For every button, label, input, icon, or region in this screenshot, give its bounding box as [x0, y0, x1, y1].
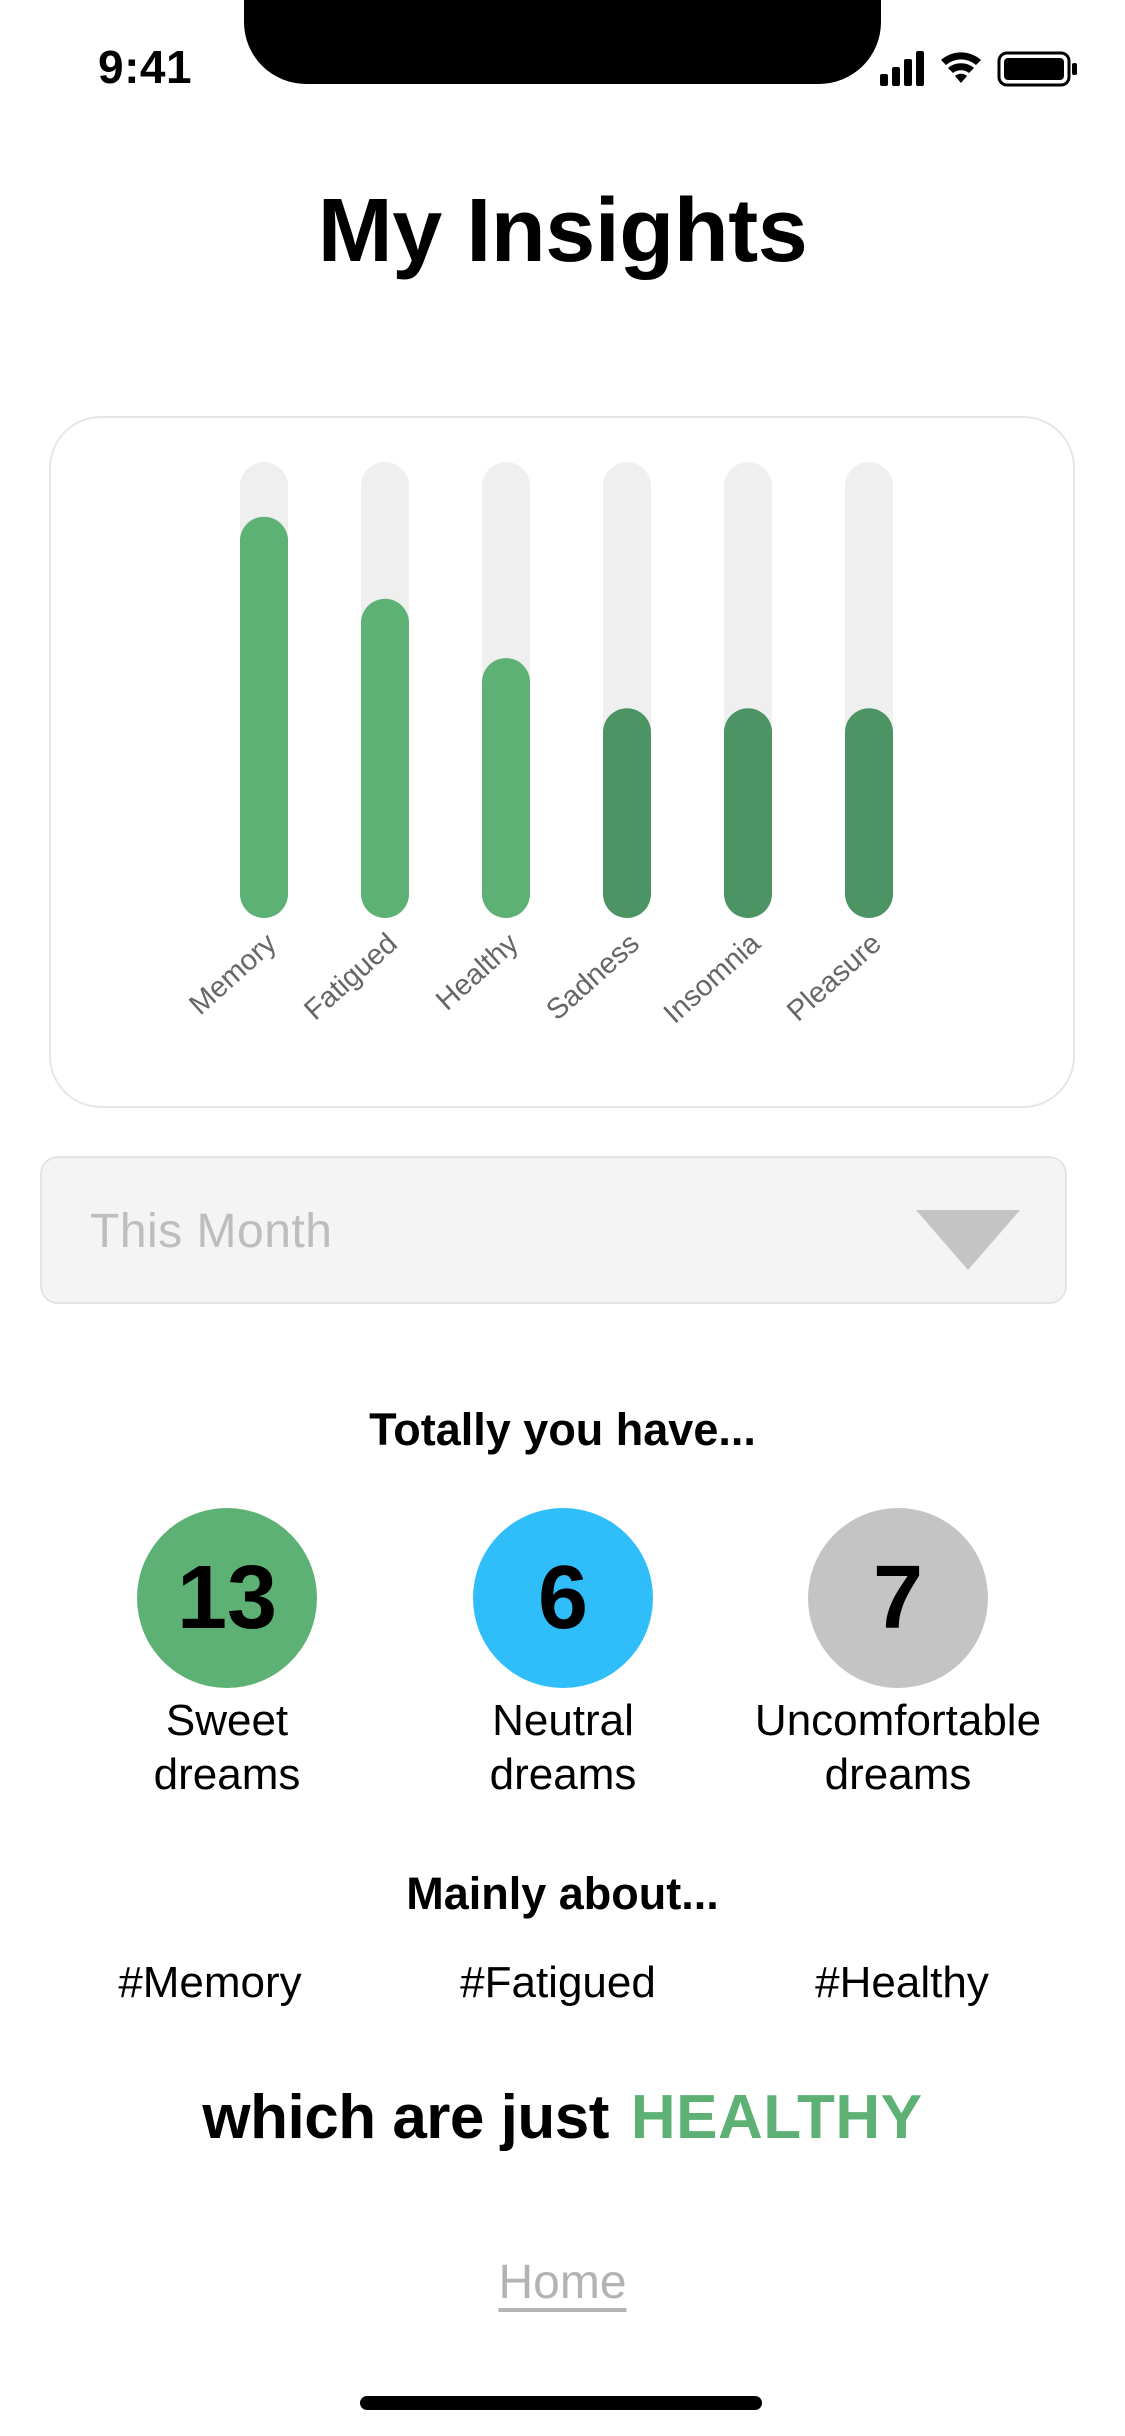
neutral-dreams-count: 6	[473, 1508, 653, 1688]
topics-heading: Mainly about...	[406, 1868, 719, 1919]
conclusion-text: which are just HEALTHY	[0, 2082, 1125, 2153]
x-tick-label-insomnia: Insomnia	[658, 927, 768, 1030]
neutral-dreams-label: Neutral dreams	[393, 1694, 733, 1802]
sweet-dreams-label-line2: dreams	[153, 1750, 301, 1799]
uncomfortable-dreams-count: 7	[808, 1508, 988, 1688]
x-tick-label-healthy: Healthy	[430, 927, 525, 1017]
home-link[interactable]: Home	[0, 2255, 1125, 2310]
conclusion-prefix: which are just	[202, 2083, 609, 2152]
x-tick-label-memory: Memory	[183, 927, 283, 1021]
neutral-dreams-label-line1: Neutral	[492, 1696, 634, 1745]
summary-heading: Totally you have...	[369, 1404, 756, 1455]
signal-icon	[880, 51, 924, 86]
uncomfortable-dreams-label: Uncomfortable dreams	[728, 1694, 1068, 1802]
bar-healthy[interactable]	[482, 658, 530, 918]
page-title: My Insights	[317, 181, 808, 281]
chevron-down-icon[interactable]	[916, 1210, 1020, 1270]
conclusion-highlight: HEALTHY	[630, 2083, 923, 2152]
topic-tag: #Healthy	[815, 1958, 989, 2007]
bar-sadness[interactable]	[603, 708, 651, 918]
sweet-dreams-count: 13	[137, 1508, 317, 1688]
x-tick-label-sadness: Sadness	[540, 927, 645, 1026]
battery-icon	[997, 51, 1077, 87]
period-select-value: This Month	[90, 1205, 333, 1258]
uncomfortable-dreams-label-line1: Uncomfortable	[754, 1696, 1042, 1745]
wifi-icon	[941, 52, 981, 83]
dream-stat-sweet: 13 Sweet dreams	[57, 1508, 397, 1802]
uncomfortable-dreams-label-line2: dreams	[824, 1750, 972, 1799]
period-select[interactable]: This Month	[40, 1156, 1067, 1304]
insights-bar-chart: Memory Fatigued Healthy Sadness Insomnia Plea…	[183, 462, 893, 1030]
status-time: 9:41	[98, 41, 193, 93]
topic-tag: #Fatigued	[460, 1958, 656, 2007]
status-icons	[880, 51, 1077, 87]
topic-tag: #Memory	[118, 1958, 302, 2007]
sweet-dreams-label: Sweet dreams	[57, 1694, 397, 1802]
bar-memory[interactable]	[240, 516, 288, 918]
dream-stat-neutral: 6 Neutral dreams	[393, 1508, 733, 1802]
bar-insomnia[interactable]	[724, 708, 772, 918]
sweet-dreams-label-line1: Sweet	[165, 1696, 289, 1745]
device-notch	[244, 0, 881, 84]
x-tick-label-pleasure: Pleasure	[781, 927, 887, 1027]
home-indicator[interactable]	[360, 2396, 762, 2410]
bar-pleasure[interactable]	[845, 708, 893, 918]
x-tick-label-fatigued: Fatigued	[298, 927, 403, 1026]
neutral-dreams-label-line2: dreams	[489, 1750, 637, 1799]
bar-fatigued[interactable]	[361, 598, 409, 918]
dream-stat-uncomfortable: 7 Uncomfortable dreams	[728, 1508, 1068, 1802]
